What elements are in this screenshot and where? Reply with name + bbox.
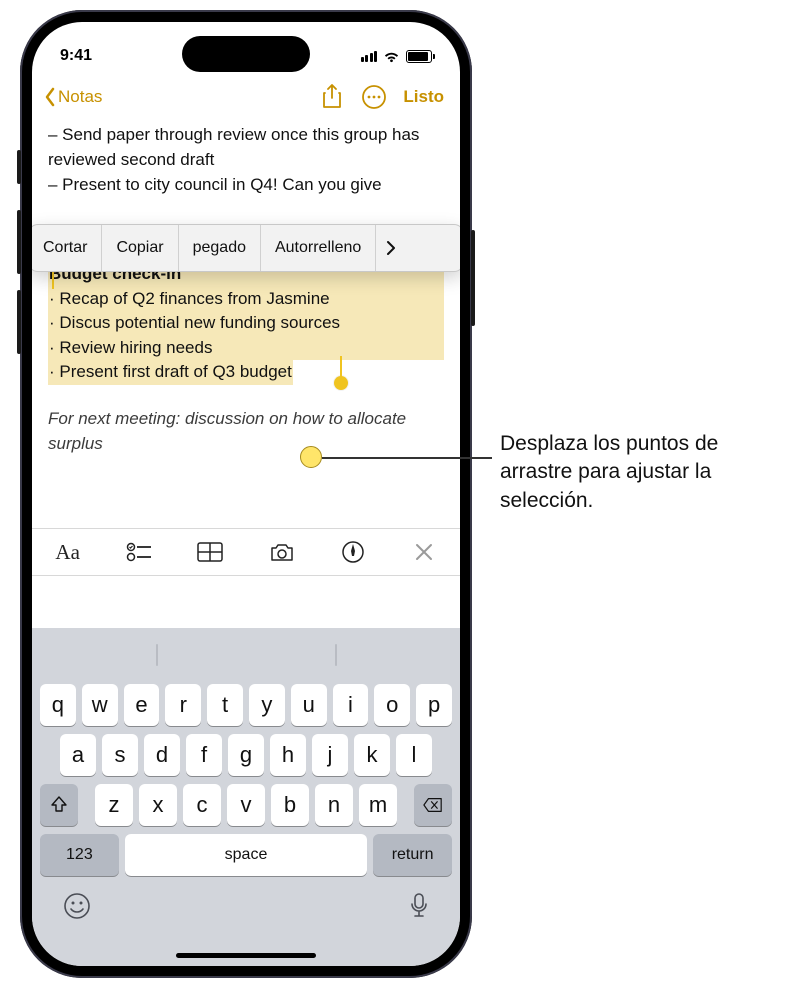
cellular-icon [361, 51, 378, 62]
selected-line: · Discus potential new funding sources [48, 311, 444, 336]
status-time: 9:41 [60, 47, 92, 65]
close-icon [415, 543, 433, 561]
delete-key[interactable] [414, 784, 452, 826]
volume-down[interactable] [17, 290, 21, 354]
paste-menu-item[interactable]: pegado [179, 225, 261, 271]
table-button[interactable] [184, 532, 236, 572]
home-indicator[interactable] [176, 953, 316, 958]
key-a[interactable]: a [60, 734, 96, 776]
key-q[interactable]: q [40, 684, 76, 726]
markup-icon [342, 541, 364, 563]
annotation-text: Desplaza los puntos de arrastre para aju… [500, 430, 780, 515]
selected-line: · Recap of Q2 finances from Jasmine [48, 287, 444, 312]
volume-up[interactable] [17, 210, 21, 274]
key-m[interactable]: m [359, 784, 397, 826]
close-toolbar-button[interactable] [398, 532, 450, 572]
dictation-key[interactable] [409, 892, 429, 920]
key-f[interactable]: f [186, 734, 222, 776]
chevron-right-icon [386, 240, 396, 256]
key-k[interactable]: k [354, 734, 390, 776]
note-body[interactable]: – Send paper through review once this gr… [32, 123, 460, 456]
key-c[interactable]: c [183, 784, 221, 826]
numbers-key[interactable]: 123 [40, 834, 119, 876]
key-z[interactable]: z [95, 784, 133, 826]
key-d[interactable]: d [144, 734, 180, 776]
key-t[interactable]: t [207, 684, 243, 726]
note-line: – Send paper through review once this gr… [48, 123, 444, 172]
nav-bar: Notas Listo [32, 76, 460, 122]
mute-switch[interactable] [17, 150, 21, 184]
key-h[interactable]: h [270, 734, 306, 776]
key-n[interactable]: n [315, 784, 353, 826]
key-o[interactable]: o [374, 684, 410, 726]
back-button[interactable]: Notas [44, 87, 102, 107]
camera-button[interactable] [256, 532, 308, 572]
callout [300, 432, 490, 482]
ellipsis-circle-icon [361, 84, 387, 110]
more-button[interactable] [357, 80, 391, 114]
autofill-menu-item[interactable]: Autorrelleno [261, 225, 376, 271]
key-b[interactable]: b [271, 784, 309, 826]
suggestion-bar[interactable] [37, 638, 455, 676]
emoji-key[interactable] [63, 892, 91, 920]
key-x[interactable]: x [139, 784, 177, 826]
key-e[interactable]: e [124, 684, 160, 726]
cut-menu-item[interactable]: Cortar [32, 225, 102, 271]
keyboard: qwertyuiop asdfghjkl zxcvbnm 123 space r… [32, 628, 460, 966]
return-key[interactable]: return [373, 834, 452, 876]
selected-line: · Review hiring needs [48, 336, 444, 361]
selected-line: · Present first draft of Q3 budget [48, 360, 293, 385]
callout-line [322, 457, 492, 459]
key-r[interactable]: r [165, 684, 201, 726]
selection-handle-end[interactable] [334, 376, 348, 390]
key-y[interactable]: y [249, 684, 285, 726]
key-i[interactable]: i [333, 684, 369, 726]
dynamic-island [182, 36, 310, 72]
key-s[interactable]: s [102, 734, 138, 776]
key-v[interactable]: v [227, 784, 265, 826]
format-toolbar: Aa [32, 528, 460, 576]
key-p[interactable]: p [416, 684, 452, 726]
checklist-icon [126, 542, 152, 562]
shift-key[interactable] [40, 784, 78, 826]
markup-button[interactable] [327, 532, 379, 572]
copy-menu-item[interactable]: Copiar [102, 225, 178, 271]
key-l[interactable]: l [396, 734, 432, 776]
share-button[interactable] [315, 80, 349, 114]
more-menu-arrow[interactable] [376, 225, 406, 271]
wifi-icon [383, 50, 400, 63]
note-line: – Present to city council in Q4! Can you… [48, 173, 444, 198]
checklist-button[interactable] [113, 532, 165, 572]
share-icon [321, 84, 343, 110]
back-label: Notas [58, 87, 102, 107]
delete-icon [423, 795, 443, 815]
shift-icon [49, 795, 69, 815]
text-format-button[interactable]: Aa [42, 532, 94, 572]
key-w[interactable]: w [82, 684, 118, 726]
power-button[interactable] [471, 230, 475, 326]
chevron-left-icon [44, 87, 56, 107]
key-g[interactable]: g [228, 734, 264, 776]
key-u[interactable]: u [291, 684, 327, 726]
table-icon [197, 542, 223, 562]
space-key[interactable]: space [125, 834, 367, 876]
battery-icon [406, 50, 432, 63]
phone-frame: 9:41 Notas Listo – Send paper t [20, 10, 472, 978]
edit-menu-popover: Cortar Copiar pegado Autorrelleno [32, 224, 460, 272]
text-selection[interactable]: Budget check-in · Recap of Q2 finances f… [48, 262, 444, 385]
done-button[interactable]: Listo [399, 87, 448, 107]
screen: 9:41 Notas Listo – Send paper t [32, 22, 460, 966]
camera-icon [269, 542, 295, 562]
key-j[interactable]: j [312, 734, 348, 776]
callout-dot-icon [300, 446, 322, 468]
